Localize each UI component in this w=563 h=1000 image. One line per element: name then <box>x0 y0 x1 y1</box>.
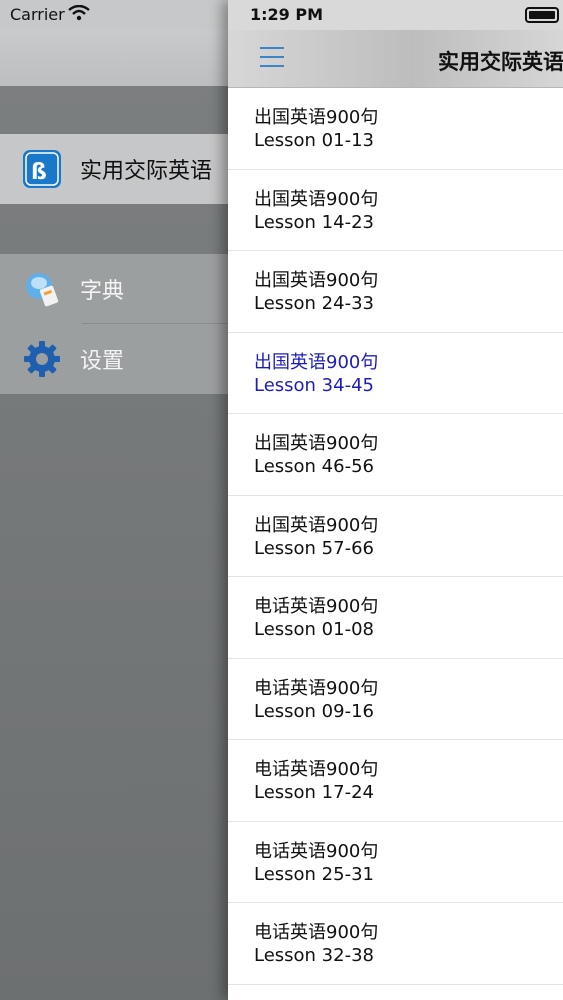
lesson-title: 电话英语900句 <box>254 922 379 943</box>
lesson-title: 出国英语900句 <box>254 433 379 454</box>
lesson-title: 出国英语900句 <box>254 107 379 128</box>
app-logo-icon: ß <box>22 149 62 189</box>
drawer-status-bar: Carrier <box>0 0 235 30</box>
lesson-title: 出国英语900句 <box>254 270 379 291</box>
lesson-title: 电话英语900句 <box>254 677 379 699</box>
side-drawer: Carrier ß 实用交际英语 字典 设置 <box>0 0 235 1000</box>
lesson-range: Lesson 25-31 <box>254 863 374 885</box>
list-item[interactable]: 电话英语900句 Lesson 25-31 <box>228 822 563 903</box>
lesson-range: Lesson 09-16 <box>254 700 374 722</box>
lesson-title: 电话英语900句 <box>254 596 379 617</box>
carrier-label: Carrier <box>10 5 65 24</box>
list-item[interactable]: 电话英语900句 Lesson 01-08 <box>228 577 563 659</box>
lesson-range: Lesson 17-24 <box>254 782 374 803</box>
lesson-range: Lesson 24-33 <box>254 293 374 314</box>
gear-icon <box>22 339 62 379</box>
status-bar: 1:29 PM <box>228 0 563 30</box>
drawer-item-label: 设置 <box>80 349 125 374</box>
list-item[interactable]: 出国英语900句 Lesson 14-23 <box>228 170 563 251</box>
wifi-icon <box>68 5 90 21</box>
dictionary-icon <box>22 269 62 309</box>
lesson-title: 电话英语900句 <box>254 840 379 862</box>
drawer-item-settings[interactable]: 设置 <box>0 324 235 394</box>
battery-icon <box>525 7 559 23</box>
list-item[interactable]: 出国英语900句 Lesson 01-13 <box>228 88 563 170</box>
lesson-range: Lesson 01-13 <box>254 130 374 151</box>
drawer-item-label: 实用交际英语 <box>80 159 213 184</box>
drawer-item-app[interactable]: ß 实用交际英语 <box>0 134 235 204</box>
lesson-title: 出国英语900句 <box>254 514 379 536</box>
lesson-title: 出国英语900句 <box>254 188 379 210</box>
lesson-range: Lesson 34-45 <box>254 374 374 396</box>
main-panel: 1:29 PM 实用交际英语 出国英语900句 Lesson 01-13 出国英语9… <box>228 0 563 1000</box>
svg-text:ß: ß <box>31 160 47 185</box>
lesson-title: 电话英语900句 <box>254 759 379 780</box>
drawer-header <box>0 30 235 86</box>
lesson-range: Lesson 14-23 <box>254 211 374 233</box>
list-item[interactable]: 电话英语900句 Lesson 09-16 <box>228 659 563 740</box>
list-item[interactable]: 出国英语900句 Lesson 57-66 <box>228 496 563 577</box>
menu-icon[interactable] <box>260 47 284 69</box>
drawer-item-label: 字典 <box>80 279 125 304</box>
lesson-range: Lesson 01-08 <box>254 619 374 640</box>
nav-bar: 实用交际英语 <box>228 30 563 88</box>
drawer-item-dictionary[interactable]: 字典 <box>0 254 235 324</box>
list-item[interactable]: 电话英语900句 Lesson 17-24 <box>228 740 563 822</box>
list-item[interactable]: 出国英语900句 Lesson 34-45 <box>228 333 563 414</box>
list-item[interactable]: 出国英语900句 Lesson 46-56 <box>228 414 563 496</box>
lesson-list: 出国英语900句 Lesson 01-13 出国英语900句 Lesson 14-23… <box>228 88 563 985</box>
lesson-range: Lesson 32-38 <box>254 945 374 966</box>
status-time: 1:29 PM <box>250 5 324 24</box>
lesson-title: 出国英语900句 <box>254 351 379 373</box>
list-item[interactable]: 电话英语900句 Lesson 32-38 <box>228 903 563 985</box>
lesson-range: Lesson 46-56 <box>254 456 374 477</box>
lesson-range: Lesson 57-66 <box>254 537 374 559</box>
list-item[interactable]: 出国英语900句 Lesson 24-33 <box>228 251 563 333</box>
page-title: 实用交际英语 <box>438 50 563 74</box>
